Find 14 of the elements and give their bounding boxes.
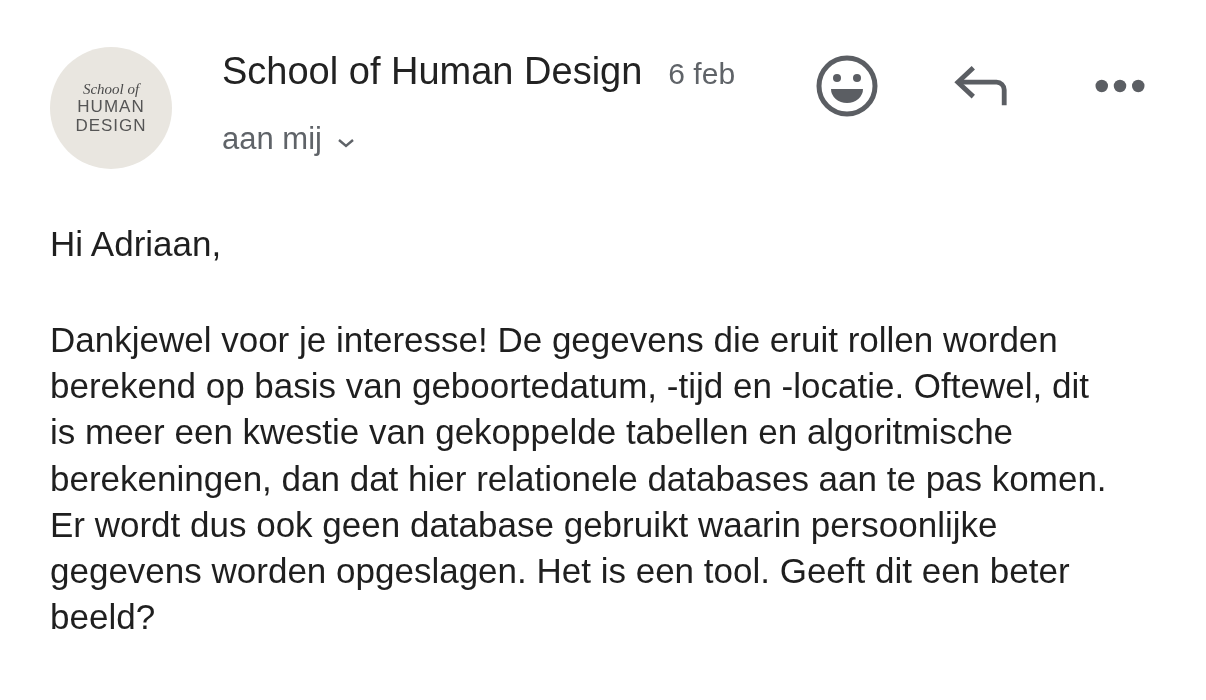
more-dots-icon	[1095, 79, 1145, 93]
emoji-reaction-button[interactable]	[816, 55, 878, 117]
date-text: 6 feb	[668, 57, 736, 91]
reply-icon	[954, 64, 1010, 108]
sender-name: School of Human Design	[222, 49, 643, 93]
logo-text: HUMAN	[77, 97, 145, 116]
reply-button[interactable]	[954, 64, 1010, 108]
greeting-text: Hi Adriaan,	[50, 223, 222, 265]
message-paragraph: Dankjewel voor je interesse! De gegevens die eruit rollen worden berekend op basis van geboortedatum, -tijd en -locatie. Oftewel, dit is meer een kwestie van gekoppelde tabellen en algoritmische berekeningen, dan dat hier relationele databases aan te pas komen. Er wordt dus ook geen database gebruikt waarin persoonlijke gegevens worden opgeslagen. Het is een tool. Geeft dit een beter beeld?	[50, 319, 1108, 639]
recipient-button[interactable]: aan mij	[222, 121, 356, 157]
logo-text: School of	[82, 81, 140, 97]
logo-text: DESIGN	[75, 116, 147, 135]
more-options-button[interactable]	[1095, 79, 1145, 93]
smiley-icon	[816, 55, 878, 117]
